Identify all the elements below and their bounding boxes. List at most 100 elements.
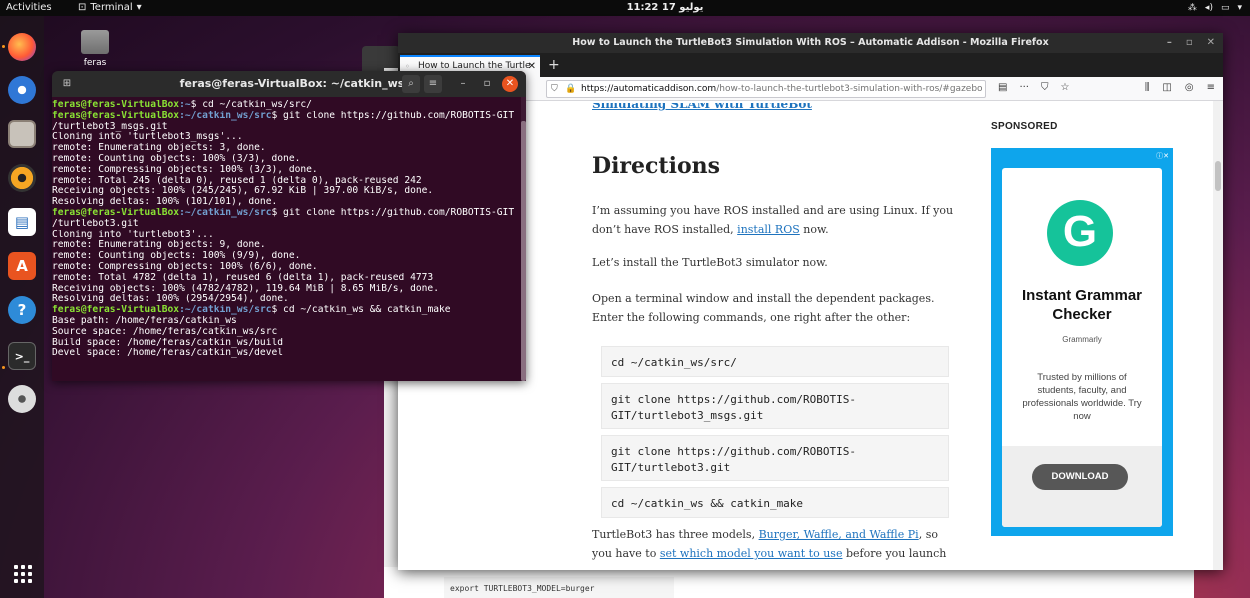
terminal-line: remote: Compressing objects: 100% (3/3),…: [52, 164, 318, 175]
set-model-link[interactable]: set which model you want to use: [660, 547, 843, 560]
chevron-down-icon: ▾: [136, 2, 142, 13]
maximize-icon[interactable]: ▫: [478, 75, 496, 93]
terminal-line: feras@feras-VirtualBox:~$ cd ~/catkin_ws…: [52, 100, 522, 111]
ad-footer: DOWNLOAD: [1002, 446, 1162, 527]
bookmark-star-icon[interactable]: ☆: [1061, 82, 1070, 93]
terminal-line: remote: Total 4782 (delta 1), reused 6 (…: [52, 272, 434, 283]
app-menu-label: Terminal: [90, 2, 133, 13]
dvd-icon[interactable]: [8, 385, 36, 413]
terminal-icon[interactable]: >_: [8, 342, 36, 370]
paragraph-1: I’m assuming you have ROS installed and …: [592, 201, 954, 239]
models-link[interactable]: Burger, Waffle, and Waffle Pi: [759, 528, 919, 541]
page-scrollbar[interactable]: [1213, 101, 1223, 570]
close-icon[interactable]: ✕: [1207, 33, 1215, 53]
terminal-window[interactable]: ⊞ feras@feras-VirtualBox: ~/catkin_ws ⌕ …: [52, 71, 526, 381]
hamburger-menu-icon[interactable]: ≡: [424, 75, 442, 93]
terminal-line: remote: Compressing objects: 100% (6/6),…: [52, 261, 318, 272]
code-block-behind: export TURTLEBOT3_MODEL=burger: [444, 577, 674, 598]
ad-card[interactable]: G Instant Grammar Checker Grammarly Trus…: [1002, 168, 1162, 527]
advertisement[interactable]: ⓘ✕ G Instant Grammar Checker Grammarly T…: [991, 148, 1173, 536]
show-applications-icon[interactable]: [14, 565, 32, 583]
truncated-link[interactable]: Simulating SLAM with TurtleBot: [592, 103, 892, 113]
p1-end: now.: [799, 223, 829, 236]
volume-icon[interactable]: ◂): [1205, 0, 1213, 16]
terminal-line: Resolving deltas: 100% (2954/2954), done…: [52, 294, 289, 305]
terminal-line: /turtlebot3_msgs.git: [52, 121, 168, 132]
tracking-shield-icon[interactable]: ⛉: [551, 81, 558, 97]
prompt-user: feras@feras-VirtualBox: [52, 305, 180, 316]
terminal-line: feras@feras-VirtualBox:~/catkin_ws/src$ …: [52, 305, 522, 316]
terminal-line: remote: Total 245 (delta 0), reused 1 (d…: [52, 175, 422, 186]
minimize-icon[interactable]: –: [454, 75, 472, 93]
terminal-line: remote: Enumerating objects: 3, done.: [52, 143, 266, 154]
thunderbird-icon[interactable]: [8, 76, 36, 104]
clock[interactable]: يوليو 17 11:22: [600, 0, 730, 16]
top-bar: Activities ⊡ Terminal ▾ يوليو 17 11:22 ⁂…: [0, 0, 1250, 16]
prompt-path: :~/catkin_ws/src: [179, 207, 272, 218]
code-block-1[interactable]: cd ~/catkin_ws/src/: [601, 346, 949, 377]
ad-headline[interactable]: Instant Grammar Checker: [1002, 286, 1162, 324]
terminal-titlebar[interactable]: ⊞ feras@feras-VirtualBox: ~/catkin_ws ⌕ …: [52, 71, 526, 97]
pocket-icon[interactable]: ⛉: [1041, 82, 1049, 93]
prompt-path: :~/catkin_ws/src: [179, 110, 272, 121]
code-block-3[interactable]: git clone https://github.com/ROBOTIS- GI…: [601, 435, 949, 481]
url-bar[interactable]: ⛉ 🔒 https://automaticaddison.com/how-to-…: [546, 80, 986, 98]
install-ros-link[interactable]: install ROS: [737, 223, 800, 236]
maximize-icon[interactable]: ▫: [1186, 33, 1193, 53]
terminal-line: Receiving objects: 100% (4782/4782), 119…: [52, 283, 439, 294]
dock: ▤ A ? >_: [0, 16, 44, 598]
sidebar-icon[interactable]: ◫: [1162, 82, 1171, 93]
p4-end: before you launch: [842, 547, 947, 560]
lock-icon[interactable]: 🔒: [565, 81, 576, 97]
terminal-line: Resolving deltas: 100% (101/101), done.: [52, 197, 278, 208]
terminal-title: feras@feras-VirtualBox: ~/catkin_ws: [179, 77, 405, 90]
software-icon[interactable]: A: [8, 252, 36, 280]
minimize-icon[interactable]: –: [1167, 33, 1172, 53]
new-tab-icon[interactable]: ⊞: [58, 75, 76, 93]
new-tab-button[interactable]: +: [548, 53, 560, 77]
command-text: $ git clone https://github.com/ROBOTIS-G…: [271, 207, 515, 218]
chevron-down-icon[interactable]: ▾: [1237, 0, 1242, 16]
tab-title: How to Launch the Turtle: [418, 61, 531, 71]
rhythmbox-icon[interactable]: [8, 164, 36, 192]
firefox-icon[interactable]: [8, 33, 36, 61]
terminal-line: Source space: /home/feras/catkin_ws/src: [52, 326, 278, 337]
code-block-4[interactable]: cd ~/catkin_ws && catkin_make: [601, 487, 949, 518]
code-block-2[interactable]: git clone https://github.com/ROBOTIS- GI…: [601, 383, 949, 429]
firefox-titlebar[interactable]: How to Launch the TurtleBot3 Simulation …: [398, 33, 1223, 53]
system-tray[interactable]: ⁂ ◂) ▭ ▾: [1188, 0, 1242, 16]
battery-icon[interactable]: ▭: [1221, 0, 1230, 16]
menu-icon[interactable]: ≡: [1207, 82, 1215, 93]
help-icon[interactable]: ?: [8, 296, 36, 324]
files-icon[interactable]: [8, 120, 36, 148]
scroll-thumb[interactable]: [1215, 161, 1221, 191]
desktop-home-label: feras: [83, 58, 107, 68]
library-icon[interactable]: ⫼: [1145, 82, 1150, 93]
scroll-thumb[interactable]: [521, 121, 526, 381]
adchoices-icon[interactable]: ⓘ✕: [1156, 151, 1169, 161]
writer-icon[interactable]: ▤: [8, 208, 36, 236]
close-icon[interactable]: ✕: [502, 76, 518, 92]
url-domain: https://automaticaddison.com: [581, 84, 717, 94]
terminal-line: Receiving objects: 100% (245/245), 67.92…: [52, 186, 434, 197]
grammarly-logo-icon: G: [1047, 200, 1113, 266]
close-tab-icon[interactable]: ✕: [528, 57, 536, 76]
app-menu[interactable]: ⊡ Terminal ▾: [78, 0, 142, 16]
search-icon[interactable]: ⌕: [402, 75, 420, 93]
extension-icon[interactable]: ◎: [1185, 82, 1194, 93]
reader-view-icon[interactable]: ▤: [998, 82, 1007, 93]
terminal-line: feras@feras-VirtualBox:~/catkin_ws/src$ …: [52, 111, 522, 122]
desktop-home-folder[interactable]: feras: [78, 30, 112, 68]
activities-button[interactable]: Activities: [6, 0, 52, 16]
paragraph-2: Let’s install the TurtleBot3 simulator n…: [592, 256, 828, 269]
page-actions-icon[interactable]: ···: [1019, 82, 1029, 93]
download-button[interactable]: DOWNLOAD: [1032, 464, 1128, 490]
running-indicator: [2, 45, 5, 48]
paragraph-3: Open a terminal window and install the d…: [592, 292, 935, 324]
terminal-scrollbar[interactable]: [521, 97, 526, 381]
terminal-line: Build space: /home/feras/catkin_ws/build: [52, 337, 284, 348]
network-icon[interactable]: ⁂: [1188, 0, 1197, 16]
terminal-line: Devel space: /home/feras/catkin_ws/devel: [52, 348, 284, 359]
page-behind: export TURTLEBOT3_MODEL=burger: [384, 567, 1194, 598]
terminal-output[interactable]: feras@feras-VirtualBox:~$ cd ~/catkin_ws…: [52, 100, 522, 359]
